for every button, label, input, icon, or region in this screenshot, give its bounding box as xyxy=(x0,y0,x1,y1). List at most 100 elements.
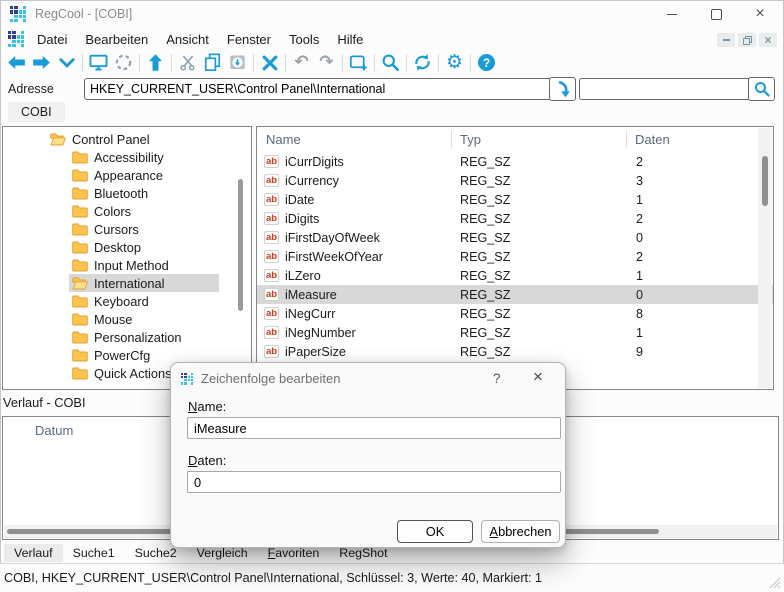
value-data: 2 xyxy=(626,250,773,264)
window-close-button[interactable]: × xyxy=(738,0,782,28)
list-scrollbar[interactable] xyxy=(758,128,772,388)
toolbar-back-button[interactable] xyxy=(4,51,29,75)
tree-item-label: Keyboard xyxy=(94,294,149,309)
reg-sz-icon: ab xyxy=(264,307,279,320)
maximize-icon xyxy=(711,9,722,20)
folder-icon xyxy=(72,169,88,182)
folder-icon xyxy=(72,223,88,236)
toolbar-chevron-down-button[interactable] xyxy=(54,51,79,75)
list-scrollbar-thumb[interactable] xyxy=(762,156,768,206)
value-row-ipapersize[interactable]: abiPaperSizeREG_SZ9 xyxy=(257,342,773,361)
value-row-icurrency[interactable]: abiCurrencyREG_SZ3 xyxy=(257,171,773,190)
folder-open-icon xyxy=(72,277,88,290)
daten-input[interactable] xyxy=(187,471,561,493)
name-input[interactable] xyxy=(187,417,561,439)
bottom-tab-suche1[interactable]: Suche1 xyxy=(63,544,125,562)
value-data: 0 xyxy=(626,231,773,245)
value-row-icurrdigits[interactable]: abiCurrDigitsREG_SZ2 xyxy=(257,152,773,171)
tab-cobi[interactable]: COBI xyxy=(8,102,65,122)
value-row-ifirstweekofyear[interactable]: abiFirstWeekOfYearREG_SZ2 xyxy=(257,247,773,266)
menu-ansicht[interactable]: Ansicht xyxy=(157,30,218,49)
column-header-typ[interactable]: Typ xyxy=(451,132,626,147)
column-separator xyxy=(451,131,452,148)
address-input[interactable] xyxy=(84,78,552,100)
menu-bearbeiten[interactable]: Bearbeiten xyxy=(76,30,157,49)
toolbar-cut-button[interactable] xyxy=(175,51,200,75)
search-button[interactable] xyxy=(748,77,775,101)
toolbar-undo-button[interactable]: ↶ xyxy=(289,51,314,75)
dialog-close-icon[interactable]: × xyxy=(533,367,543,387)
regcool-window: RegCool - [COBI] × DateiBearbeitenAnsich… xyxy=(0,0,784,592)
value-row-inegcurr[interactable]: abiNegCurrREG_SZ8 xyxy=(257,304,773,323)
toolbar-paste-button[interactable] xyxy=(225,51,250,75)
menu-datei[interactable]: Datei xyxy=(28,30,76,49)
tree-item-keyboard[interactable]: Keyboard xyxy=(3,292,251,310)
menu-hilfe[interactable]: Hilfe xyxy=(328,30,372,49)
toolbar-forward-button[interactable] xyxy=(29,51,54,75)
column-header-daten[interactable]: Daten xyxy=(626,132,773,147)
toolbar-copy-button[interactable] xyxy=(200,51,225,75)
tree-scrollbar-thumb[interactable] xyxy=(238,179,243,311)
value-row-inegnumber[interactable]: abiNegNumberREG_SZ1 xyxy=(257,323,773,342)
reg-sz-icon: ab xyxy=(264,231,279,244)
address-label: Adresse xyxy=(8,82,54,96)
tree-item-accessibility[interactable]: Accessibility xyxy=(3,148,251,166)
toolbar-redo-button[interactable]: ↷ xyxy=(314,51,339,75)
tree-item-colors[interactable]: Colors xyxy=(3,202,251,220)
tree-item-mouse[interactable]: Mouse xyxy=(3,310,251,328)
column-header-name[interactable]: Name xyxy=(257,132,451,147)
tree-item-input-method[interactable]: Input Method xyxy=(3,256,251,274)
value-type: REG_SZ xyxy=(451,345,626,359)
tree-item-appearance[interactable]: Appearance xyxy=(3,166,251,184)
toolbar-search-button[interactable] xyxy=(378,51,403,75)
resize-grip[interactable] xyxy=(769,577,781,589)
mdi-close-button[interactable]: × xyxy=(759,33,777,47)
value-row-idigits[interactable]: abiDigitsREG_SZ2 xyxy=(257,209,773,228)
menu-tools[interactable]: Tools xyxy=(280,30,328,49)
toolbar-delete-button[interactable] xyxy=(257,51,282,75)
toolbar-computer-button[interactable] xyxy=(86,51,111,75)
toolbar-help-button[interactable]: ? xyxy=(474,51,499,75)
tab-cobi-label: COBI xyxy=(21,105,52,119)
value-name: iCurrency xyxy=(285,174,339,188)
go-button[interactable] xyxy=(549,77,576,101)
mdi-minimize-button[interactable] xyxy=(717,33,735,47)
tree-item-desktop[interactable]: Desktop xyxy=(3,238,251,256)
tree-item-international[interactable]: International xyxy=(3,274,251,292)
reg-sz-icon: ab xyxy=(264,326,279,339)
tree-item-control-panel[interactable]: Control Panel xyxy=(3,130,251,148)
toolbar-remote-refresh-button[interactable] xyxy=(111,51,136,75)
window-minimize-button[interactable] xyxy=(650,0,694,28)
reg-sz-icon: ab xyxy=(264,269,279,282)
value-row-ifirstdayofweek[interactable]: abiFirstDayOfWeekREG_SZ0 xyxy=(257,228,773,247)
value-type: REG_SZ xyxy=(451,307,626,321)
toolbar-sync-button[interactable] xyxy=(410,51,435,75)
menu-fenster[interactable]: Fenster xyxy=(218,30,280,49)
edit-string-dialog: Zeichenfolge bearbeiten ? × Name: Daten:… xyxy=(170,362,566,548)
status-text: COBI, HKEY_CURRENT_USER\Control Panel\In… xyxy=(4,571,542,585)
toolbar-up-button[interactable] xyxy=(143,51,168,75)
value-row-ilzero[interactable]: abiLZeroREG_SZ1 xyxy=(257,266,773,285)
dialog-help-button[interactable]: ? xyxy=(493,371,501,386)
history-column-datum[interactable]: Datum xyxy=(35,423,73,438)
value-type: REG_SZ xyxy=(451,193,626,207)
value-row-imeasure[interactable]: abiMeasureREG_SZ0 xyxy=(257,285,773,304)
value-row-idate[interactable]: abiDateREG_SZ1 xyxy=(257,190,773,209)
tree-item-personalization[interactable]: Personalization xyxy=(3,328,251,346)
mdi-restore-button[interactable] xyxy=(738,33,756,47)
minimize-icon xyxy=(667,14,677,15)
reg-sz-icon: ab xyxy=(264,345,279,358)
mdi-minimize-icon xyxy=(723,39,730,41)
ok-button[interactable]: OK xyxy=(397,520,473,543)
value-data: 2 xyxy=(626,212,773,226)
cancel-button[interactable]: Abbrechen xyxy=(481,520,560,543)
quick-filter-input[interactable] xyxy=(579,78,753,100)
tree-item-bluetooth[interactable]: Bluetooth xyxy=(3,184,251,202)
toolbar-separator xyxy=(139,54,140,72)
bottom-tab-verlauf[interactable]: Verlauf xyxy=(4,544,63,562)
tree-item-cursors[interactable]: Cursors xyxy=(3,220,251,238)
menu-bar: DateiBearbeitenAnsichtFensterToolsHilfe … xyxy=(0,28,784,50)
toolbar-new-key-button[interactable] xyxy=(346,51,371,75)
window-maximize-button[interactable] xyxy=(694,0,738,28)
toolbar-settings-button[interactable]: ⚙ xyxy=(442,51,467,75)
